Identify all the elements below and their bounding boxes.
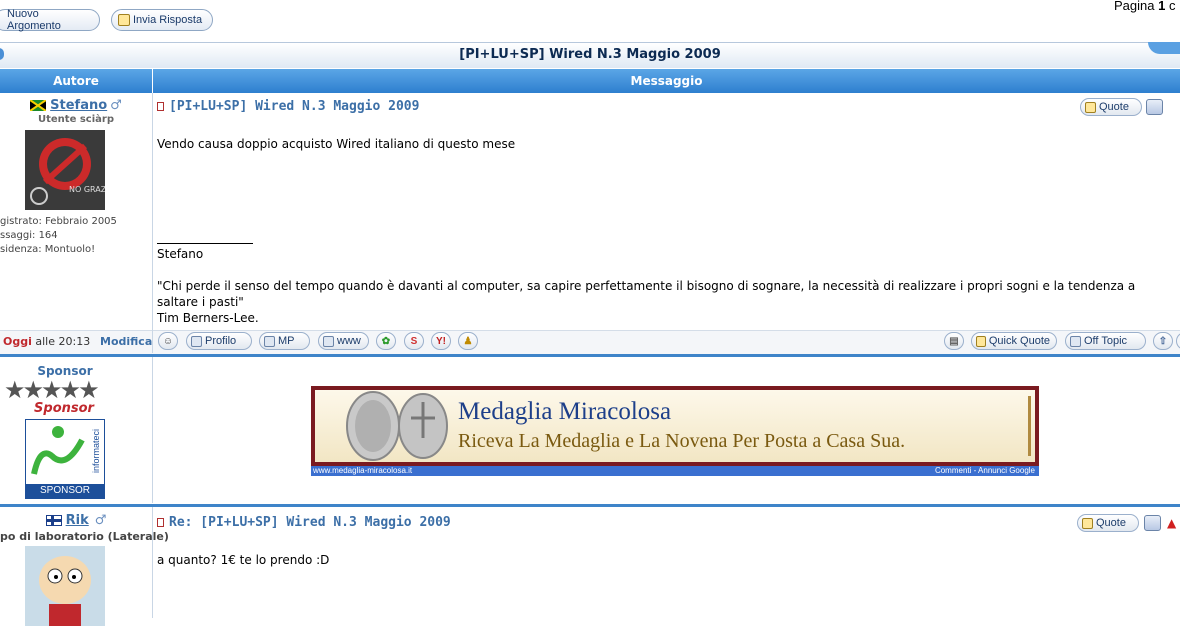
new-topic-button[interactable]: Nuovo Argomento <box>0 8 100 32</box>
quote-label: Quote <box>1096 517 1126 529</box>
quick-quote-button[interactable]: Quick Quote <box>971 332 1057 350</box>
www-button[interactable]: www <box>318 332 369 350</box>
ad-subtitle[interactable]: Riceva La Medaglia e La Novena Per Posta… <box>458 430 905 453</box>
post1-sig-name: Stefano <box>157 247 204 261</box>
ad-banner[interactable]: Medaglia Miracolosa Riceva La Medaglia e… <box>311 386 1039 476</box>
post1-sig-quote-1: "Chi perde il senso del tempo quando è d… <box>157 279 1136 293</box>
male-icon: ♂ <box>94 513 107 528</box>
post1-edit-link[interactable]: Modifica <box>100 335 152 348</box>
post2-divider <box>152 507 153 618</box>
sponsor-logo-side: informateci <box>90 428 101 474</box>
profile-icon <box>191 335 202 347</box>
post1-author-name[interactable]: Stefano <box>50 98 107 113</box>
pencil-icon <box>118 14 130 26</box>
aim-icon[interactable]: ♟ <box>458 332 478 350</box>
pagination: Pagina 1 c <box>1114 0 1175 13</box>
post2-edit-icon[interactable] <box>1144 515 1161 531</box>
profile-label: Profilo <box>205 335 237 347</box>
post1-date: Oggi alle 20:13 <box>3 335 90 348</box>
off-topic-button[interactable]: Off Topic <box>1065 332 1146 350</box>
post1-messages: ssaggi: 164 <box>0 230 58 241</box>
signature-rule <box>157 243 253 244</box>
post1-sig-quote-2: saltare i pasti" <box>157 295 244 309</box>
quick-quote-label: Quick Quote <box>988 335 1050 347</box>
ad-title[interactable]: Medaglia Miracolosa <box>458 398 671 426</box>
post1-avatar: NO GRAZIE <box>25 130 105 210</box>
post-separator-1 <box>0 354 1180 357</box>
sponsor-stars: ★★★★★ <box>4 376 100 404</box>
post2-author-block: Rik ♂ po di laboratorio (Laterale) <box>0 512 169 626</box>
ad-grape-decoration-right <box>1008 396 1031 456</box>
post-document-icon <box>157 102 164 111</box>
post1-edit-icon[interactable] <box>1146 99 1163 115</box>
svg-text:NO GRAZIE: NO GRAZIE <box>69 185 105 194</box>
profile-button[interactable]: Profilo <box>186 332 252 350</box>
post1-divider <box>152 93 153 331</box>
sponsor-rank-label: Sponsor <box>34 401 94 416</box>
post1-author-block: Stefano ♂ Utente sciàrp NO GRAZIE gistra… <box>0 96 152 255</box>
post1-date-day: Oggi <box>3 335 32 348</box>
topic-title: [PI+LU+SP] Wired N.3 Maggio 2009 <box>459 47 721 62</box>
ad-url[interactable]: www.medaglia-miracolosa.it <box>313 466 412 476</box>
post2-title[interactable]: Re: [PI+LU+SP] Wired N.3 Maggio 2009 <box>157 515 451 530</box>
post2-title-text: Re: [PI+LU+SP] Wired N.3 Maggio 2009 <box>169 515 451 530</box>
post2-author-name[interactable]: Rik <box>66 513 89 528</box>
post1-sig-author: Tim Berners-Lee. <box>157 311 259 325</box>
user-icon[interactable]: ☺ <box>158 332 178 350</box>
quote-label: Quote <box>1099 101 1129 113</box>
pm-label: MP <box>278 335 295 347</box>
post2-body: a quanto? 1€ te lo prendo :D <box>157 553 330 567</box>
home-icon <box>323 335 334 347</box>
msn-icon[interactable]: ✿ <box>376 332 396 350</box>
reply-label: Invia Risposta <box>133 14 203 26</box>
post-separator-2 <box>0 504 1180 507</box>
sponsor-logo-bottom: SPONSOR <box>26 484 104 498</box>
up-arrow-icon[interactable]: ▲ <box>1167 516 1176 530</box>
sponsor-logo: informateci SPONSOR <box>25 419 105 499</box>
post1-residence: sidenza: Montuolo! <box>0 244 96 255</box>
off-topic-icon <box>1070 335 1081 347</box>
post1-body: Vendo causa doppio acquisto Wired italia… <box>157 137 516 151</box>
yahoo-icon[interactable]: Y! <box>431 332 451 350</box>
quote-icon <box>1082 517 1093 529</box>
post2-quote-button[interactable]: Quote <box>1077 514 1139 532</box>
post1-registered: gistrato: Febbraio 2005 <box>0 216 117 227</box>
scroll-up-icon[interactable]: ⇧ <box>1153 332 1173 350</box>
male-icon: ♂ <box>110 98 122 113</box>
post2-avatar <box>25 546 105 626</box>
quote-icon <box>1085 101 1096 113</box>
pagination-prefix: Pagina <box>1114 0 1159 13</box>
pm-icon <box>264 335 275 347</box>
new-topic-label: Nuovo Argomento <box>7 8 61 32</box>
pagination-suffix: c <box>1165 0 1176 13</box>
www-label: www <box>337 335 361 347</box>
topic-title-bar: [PI+LU+SP] Wired N.3 Maggio 2009 <box>0 42 1180 68</box>
ad-footer-links[interactable]: Commenti - Annunci Google <box>935 466 1035 476</box>
post1-title-text: [PI+LU+SP] Wired N.3 Maggio 2009 <box>169 99 420 114</box>
report-icon[interactable]: ▤ <box>944 332 964 350</box>
post2-rank: po di laboratorio (Laterale) <box>0 530 169 543</box>
jamaica-flag-icon <box>30 100 47 111</box>
author-header: Autore <box>0 69 152 93</box>
post-document-icon <box>157 518 164 527</box>
post1-date-time: alle 20:13 <box>31 335 91 348</box>
message-header: Messaggio <box>153 69 1180 93</box>
post1-rank: Utente sciàrp <box>38 114 114 125</box>
post1-quote-button[interactable]: Quote <box>1080 98 1142 116</box>
sponsor-divider <box>152 357 153 503</box>
finland-flag-icon <box>45 515 62 526</box>
post1-title[interactable]: [PI+LU+SP] Wired N.3 Maggio 2009 <box>157 99 419 114</box>
off-topic-label: Off Topic <box>1084 335 1128 347</box>
topic-bar-right-cap <box>1148 42 1180 54</box>
skype-icon[interactable]: S <box>404 332 424 350</box>
medal-image <box>331 390 451 462</box>
reply-button[interactable]: Invia Risposta <box>111 9 213 31</box>
pm-button[interactable]: MP <box>259 332 310 350</box>
ad-footer-bar <box>311 466 1039 476</box>
quick-quote-icon <box>976 335 986 347</box>
ad-banner-inner: Medaglia Miracolosa Riceva La Medaglia e… <box>315 390 1035 462</box>
